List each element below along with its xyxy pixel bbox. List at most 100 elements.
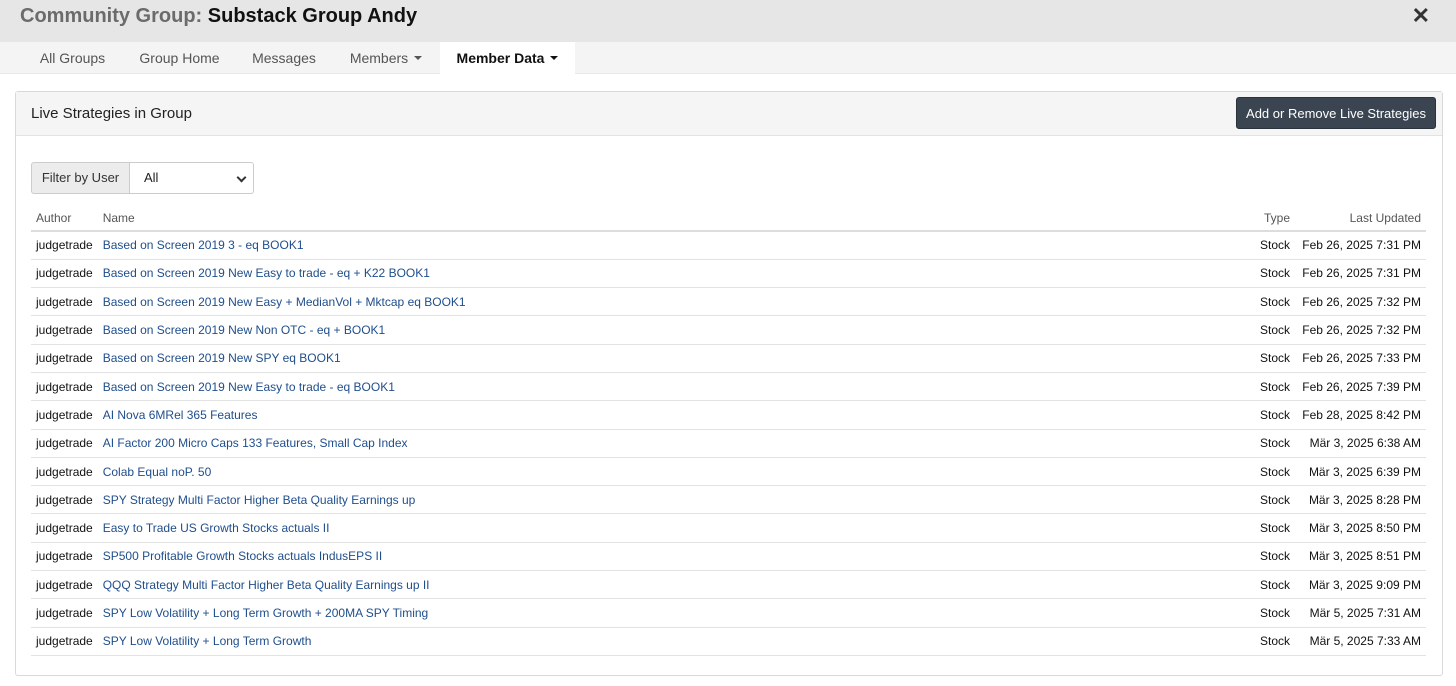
row-last-updated: Feb 28, 2025 8:42 PM [1295, 400, 1426, 430]
row-last-updated: Feb 26, 2025 7:32 PM [1295, 315, 1426, 345]
row-last-updated: Mär 3, 2025 6:39 PM [1295, 457, 1426, 487]
row-type: Stock [1235, 372, 1295, 402]
table-row: judgetrade Colab Equal noP. 50 Stock Mär 3,… [31, 457, 1426, 487]
row-author: judgetrade [31, 429, 98, 458]
row-last-updated: Mär 3, 2025 8:50 PM [1295, 513, 1426, 543]
tab-label: All Groups [39, 50, 106, 66]
strategy-link[interactable]: SPY Low Volatility + Long Term Growth + … [103, 606, 429, 620]
row-last-updated: Mär 3, 2025 8:51 PM [1295, 542, 1426, 572]
row-author: judgetrade [31, 259, 98, 289]
title-prefix: Community Group: [20, 5, 203, 27]
row-author: judgetrade [31, 315, 98, 345]
strategy-link[interactable]: Based on Screen 2019 New Non OTC - eq + … [103, 323, 385, 337]
tab-label: Group Home [139, 50, 220, 66]
table-row: judgetrade AI Factor 200 Micro Caps 133 F… [31, 429, 1426, 458]
row-name-cell: SPY Strategy Multi Factor Higher Beta Qu… [97, 485, 1235, 515]
row-author: judgetrade [31, 372, 98, 402]
group-name: Substack Group Andy [207, 5, 418, 27]
tab-messages[interactable]: Messages [236, 42, 332, 74]
column-header-author[interactable]: Author [31, 206, 98, 232]
dialog-titlebar: Community Group: Substack Group Andy ✕ [0, 0, 1456, 42]
row-type: Stock [1235, 315, 1295, 345]
strategy-link[interactable]: AI Factor 200 Micro Caps 133 Features, S… [103, 436, 408, 450]
row-name-cell: SPY Low Volatility + Long Term Growth + … [97, 598, 1235, 628]
strategy-link[interactable]: Based on Screen 2019 3 - eq BOOK1 [103, 238, 304, 252]
row-author: judgetrade [31, 542, 98, 572]
row-last-updated: Mär 5, 2025 7:33 AM [1295, 627, 1426, 656]
row-name-cell: Based on Screen 2019 New SPY eq BOOK1 [97, 344, 1235, 373]
row-name-cell: Based on Screen 2019 New Easy + MedianVo… [97, 287, 1235, 317]
row-name-cell: Based on Screen 2019 New Non OTC - eq + … [97, 315, 1235, 345]
column-header-type[interactable]: Type [1235, 206, 1295, 232]
strategy-link[interactable]: SPY Low Volatility + Long Term Growth [103, 634, 312, 648]
row-name-cell: SP500 Profitable Growth Stocks actuals I… [97, 542, 1235, 572]
close-icon[interactable]: ✕ [1412, 5, 1430, 27]
row-type: Stock [1235, 429, 1295, 458]
row-author: judgetrade [31, 485, 98, 515]
row-type: Stock [1235, 287, 1295, 317]
dialog-title: Community Group: Substack Group Andy [20, 5, 417, 27]
tab-group-home[interactable]: Group Home [123, 42, 236, 74]
table-row: judgetrade Based on Screen 2019 New SPY e… [31, 344, 1426, 373]
row-author: judgetrade [31, 231, 98, 260]
row-author: judgetrade [31, 627, 98, 656]
row-last-updated: Feb 26, 2025 7:33 PM [1295, 344, 1426, 373]
row-name-cell: AI Factor 200 Micro Caps 133 Features, S… [97, 429, 1235, 458]
strategy-link[interactable]: Colab Equal noP. 50 [103, 465, 212, 479]
table-row: judgetrade SPY Low Volatility + Long Term… [31, 598, 1426, 628]
row-name-cell: QQQ Strategy Multi Factor Higher Beta Qu… [97, 570, 1235, 600]
row-type: Stock [1235, 344, 1295, 373]
add-remove-strategies-button[interactable]: Add or Remove Live Strategies [1236, 97, 1436, 129]
group-tabs: All Groups Group Home Messages Members M… [0, 42, 1456, 74]
strategy-link[interactable]: QQQ Strategy Multi Factor Higher Beta Qu… [103, 578, 430, 592]
row-name-cell: Based on Screen 2019 New Easy to trade -… [97, 372, 1235, 402]
strategy-link[interactable]: AI Nova 6MRel 365 Features [103, 408, 258, 422]
row-name-cell: SPY Low Volatility + Long Term Growth [97, 627, 1235, 656]
column-header-name[interactable]: Name [97, 206, 1235, 232]
table-row: judgetrade Based on Screen 2019 New Easy … [31, 372, 1426, 402]
chevron-down-icon [236, 172, 247, 183]
user-filter-select[interactable]: All [129, 162, 254, 194]
tab-label: Messages [252, 50, 316, 66]
row-type: Stock [1235, 598, 1295, 628]
live-strategies-panel: Live Strategies in Group Add or Remove L… [15, 91, 1443, 676]
row-type: Stock [1235, 570, 1295, 600]
row-name-cell: Based on Screen 2019 New Easy to trade -… [97, 259, 1235, 289]
table-row: judgetrade SPY Strategy Multi Factor High… [31, 485, 1426, 515]
row-type: Stock [1235, 400, 1295, 430]
row-last-updated: Feb 26, 2025 7:32 PM [1295, 287, 1426, 317]
row-type: Stock [1235, 231, 1295, 260]
row-type: Stock [1235, 259, 1295, 289]
strategy-link[interactable]: Based on Screen 2019 New Easy + MedianVo… [103, 295, 466, 309]
table-row: judgetrade Based on Screen 2019 New Easy … [31, 259, 1426, 289]
table-row: judgetrade AI Nova 6MRel 365 Features Stoc… [31, 400, 1426, 430]
tab-all-groups[interactable]: All Groups [22, 42, 123, 74]
tab-label: Members [349, 50, 409, 66]
strategy-link[interactable]: SPY Strategy Multi Factor Higher Beta Qu… [103, 493, 416, 507]
row-name-cell: Easy to Trade US Growth Stocks actuals I… [97, 513, 1235, 543]
row-type: Stock [1235, 542, 1295, 572]
panel-title: Live Strategies in Group [31, 105, 192, 122]
row-last-updated: Feb 26, 2025 7:31 PM [1295, 231, 1426, 260]
strategy-link[interactable]: Based on Screen 2019 New Easy to trade -… [103, 266, 430, 280]
strategy-link[interactable]: Easy to Trade US Growth Stocks actuals I… [103, 521, 330, 535]
strategy-link[interactable]: SP500 Profitable Growth Stocks actuals I… [103, 549, 382, 563]
caret-down-icon [550, 56, 559, 61]
column-header-last-updated[interactable]: Last Updated [1295, 206, 1426, 232]
tab-member-data[interactable]: Member Data [440, 42, 575, 74]
user-filter-value: All [144, 170, 159, 185]
row-author: judgetrade [31, 344, 98, 373]
row-last-updated: Feb 26, 2025 7:31 PM [1295, 259, 1426, 289]
strategy-link[interactable]: Based on Screen 2019 New Easy to trade -… [103, 380, 395, 394]
row-name-cell: Based on Screen 2019 3 - eq BOOK1 [97, 231, 1235, 260]
row-author: judgetrade [31, 457, 98, 487]
row-type: Stock [1235, 513, 1295, 543]
tab-members[interactable]: Members [332, 42, 440, 74]
row-last-updated: Feb 26, 2025 7:39 PM [1295, 372, 1426, 402]
table-row: judgetrade Easy to Trade US Growth Stocks… [31, 513, 1426, 543]
strategies-table: Author Name Type Last Updated judgetrade… [31, 206, 1426, 656]
strategy-link[interactable]: Based on Screen 2019 New SPY eq BOOK1 [103, 351, 341, 365]
panel-header: Live Strategies in Group Add or Remove L… [16, 92, 1442, 136]
caret-down-icon [414, 56, 423, 61]
row-author: judgetrade [31, 287, 98, 317]
